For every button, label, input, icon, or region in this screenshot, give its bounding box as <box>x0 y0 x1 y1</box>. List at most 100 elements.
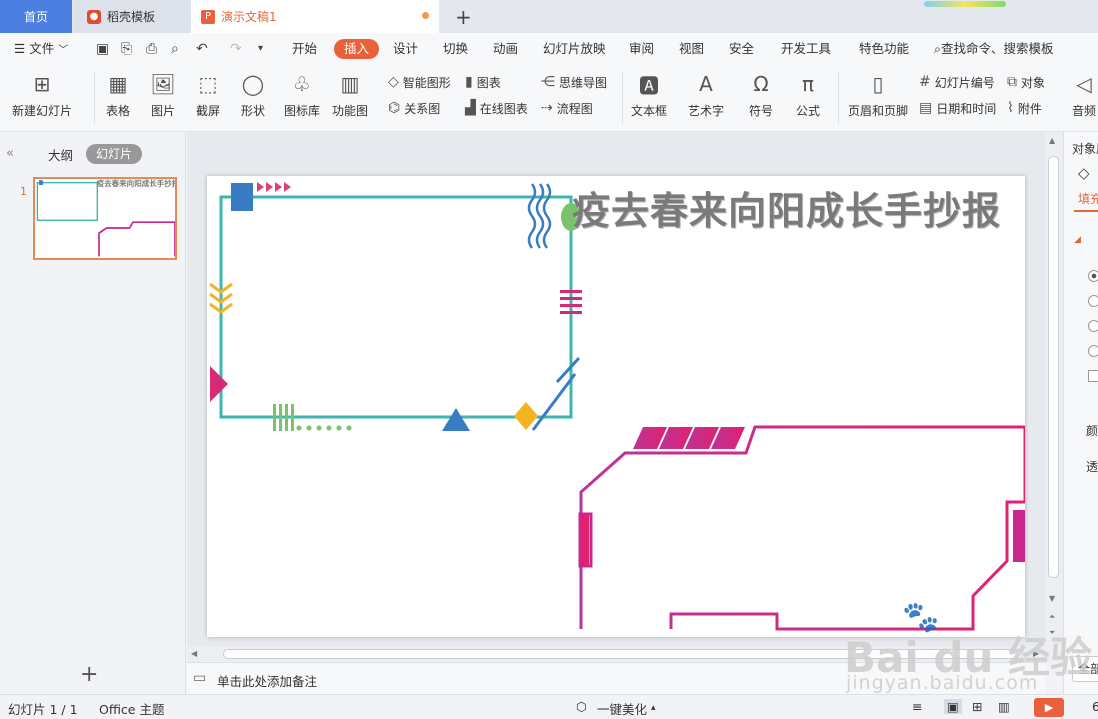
tab-home[interactable]: 首页 <box>0 0 72 33</box>
fill-option-checkbox[interactable] <box>1088 370 1098 382</box>
header-footer-button[interactable]: ▯ 页眉和页脚 <box>848 70 908 119</box>
menu-item-animation[interactable]: 动画 <box>493 33 518 64</box>
menu-item-developer[interactable]: 开发工具 <box>781 33 831 64</box>
menu-item-slideshow[interactable]: 幻灯片放映 <box>543 33 606 64</box>
textbox-button[interactable]: 🅰 文本框 <box>631 70 667 119</box>
notes-toggle-icon[interactable]: ≡ <box>912 699 922 714</box>
tab-template[interactable]: ● 稻壳模板 <box>73 0 191 33</box>
fill-option-radio[interactable] <box>1088 320 1098 332</box>
scroll-up-icon[interactable]: ▲ <box>1049 136 1055 145</box>
attachment-button[interactable]: ⌇ 附件 <box>1007 98 1042 118</box>
menu-item-security[interactable]: 安全 <box>729 33 754 64</box>
outline-view-tab[interactable]: 大纲 <box>48 145 73 164</box>
fill-section-toggle-icon[interactable]: ◢ <box>1074 235 1081 245</box>
screenshot-label: 截屏 <box>195 104 220 118</box>
redo-icon[interactable]: ↷ <box>230 41 242 57</box>
file-menu[interactable]: ☰ 文件 ﹀ <box>14 33 68 64</box>
chart-button[interactable]: ▮ 图表 <box>465 72 501 92</box>
notes-pane[interactable]: ▭ 单击此处添加备注 <box>187 662 1045 694</box>
picture-button[interactable]: 🖼 图片 <box>149 70 177 119</box>
mindmap-button[interactable]: ⋲ 思维导图 <box>541 72 607 92</box>
theme-name[interactable]: Office 主题 <box>99 699 164 718</box>
slide-thumbnail[interactable]: 疫去春来向阳成长手抄报 <box>33 177 177 260</box>
next-slide-icon[interactable]: ⏷ <box>1049 628 1055 638</box>
function-chart-button[interactable]: ▥ 功能图 <box>332 70 368 119</box>
audio-label: 音频 <box>1071 104 1096 118</box>
zoom-level[interactable]: 6 <box>1092 699 1098 714</box>
scroll-right-icon[interactable]: ▶ <box>1033 649 1039 658</box>
properties-title: 对象属性 <box>1072 142 1098 156</box>
menu-item-design[interactable]: 设计 <box>393 33 418 64</box>
menu-item-review[interactable]: 审阅 <box>629 33 654 64</box>
slide-sorter-icon[interactable]: ⊞ <box>972 699 982 714</box>
prev-slide-icon[interactable]: ⏶ <box>1049 612 1055 622</box>
horizontal-scroll-thumb[interactable] <box>223 649 1023 659</box>
undo-icon[interactable]: ↶ <box>196 41 208 57</box>
relation-chart-label: 关系图 <box>404 101 441 116</box>
export-icon[interactable]: ⎘ <box>121 41 132 57</box>
play-icon: ▶ <box>1044 701 1054 714</box>
slide-number-button[interactable]: # 幻灯片编号 <box>919 72 995 92</box>
datetime-button[interactable]: ▤ 日期和时间 <box>919 98 996 118</box>
icon-library-button[interactable]: ♧ 图标库 <box>284 70 320 119</box>
scroll-left-icon[interactable]: ◀ <box>191 649 197 658</box>
quick-access-dropdown-icon[interactable]: ▾ <box>258 43 263 54</box>
docer-logo-icon: ● <box>87 9 101 24</box>
online-chart-button[interactable]: ▟ 在线图表 <box>465 98 528 118</box>
smart-shape-button[interactable]: ◇ 智能图形 <box>388 72 451 92</box>
menu-item-features[interactable]: 特色功能 <box>859 33 909 64</box>
shape-icon: ◯ <box>241 72 265 96</box>
screenshot-button[interactable]: ⬚ 截屏 <box>194 70 222 119</box>
vertical-scroll-thumb[interactable] <box>1048 156 1059 578</box>
save-icon[interactable]: ▣ <box>96 41 109 57</box>
chevron-up-icon[interactable]: ▴ <box>651 703 656 713</box>
attachment-label: 附件 <box>1017 101 1042 116</box>
relation-chart-button[interactable]: ⌬ 关系图 <box>388 98 440 118</box>
notes-placeholder[interactable]: 单击此处添加备注 <box>217 671 317 690</box>
apply-all-button[interactable]: 全部 <box>1072 656 1098 682</box>
mindmap-icon: ⋲ <box>541 74 555 90</box>
flowchart-button[interactable]: ⇢ 流程图 <box>541 98 593 118</box>
slide-title[interactable]: 疫去春来向阳成长手抄报 <box>572 180 1001 235</box>
insert-ribbon: ⊞ 新建幻灯片 ▦ 表格 🖼 图片 ⬚ 截屏 ◯ 形状 ♧ 图标库 ▥ 功能图 ◇ 智能图形 ▮… <box>0 64 1098 132</box>
menu-item-insert[interactable]: 插入 <box>334 39 380 59</box>
menu-item-transition[interactable]: 切换 <box>443 33 468 64</box>
formula-button[interactable]: π 公式 <box>794 70 822 119</box>
fill-option-radio[interactable] <box>1088 295 1098 307</box>
picture-icon: 🖼 <box>150 72 176 96</box>
menu-item-view[interactable]: 视图 <box>679 33 704 64</box>
wordart-button[interactable]: A 艺术字 <box>688 70 724 119</box>
pi-icon: π <box>801 72 815 96</box>
add-slide-button[interactable]: + <box>80 662 98 687</box>
print-icon[interactable]: ⎙ <box>146 41 157 57</box>
print-preview-icon[interactable]: ⌕ <box>171 41 179 57</box>
fill-option-radio[interactable] <box>1088 270 1098 282</box>
menu-item-start[interactable]: 开始 <box>292 33 317 64</box>
slides-view-tab[interactable]: 幻灯片 <box>86 144 143 164</box>
collapse-panel-icon[interactable]: « <box>6 146 14 161</box>
scroll-down-icon[interactable]: ▼ <box>1049 594 1055 603</box>
fill-bucket-icon[interactable]: ◇ <box>1078 164 1090 182</box>
new-slide-button[interactable]: ⊞ 新建幻灯片 <box>12 70 72 119</box>
reading-view-icon[interactable]: ▥ <box>998 699 1010 714</box>
account-bar[interactable] <box>924 1 1006 7</box>
datetime-label: 日期和时间 <box>936 101 997 116</box>
command-search[interactable]: ⌕查找命令、搜索模板 <box>934 33 1054 64</box>
slide-canvas[interactable]: 疫去春来向阳成长手抄报 <box>207 176 1025 637</box>
normal-view-icon[interactable]: ▣ <box>944 699 962 714</box>
horizontal-scrollbar[interactable]: ◀ ▶ <box>187 646 1045 662</box>
table-button[interactable]: ▦ 表格 <box>104 70 132 119</box>
object-button[interactable]: ⧉ 对象 <box>1007 72 1045 92</box>
vertical-scrollbar[interactable]: ▲ ▼ ⏶ ⏷ <box>1045 132 1063 662</box>
audio-button[interactable]: ◁ 音频 <box>1070 70 1098 119</box>
new-tab-button[interactable]: + <box>455 5 472 29</box>
fill-option-radio[interactable] <box>1088 345 1098 357</box>
ribbon-separator <box>94 72 95 124</box>
tab-document[interactable]: P 演示文稿1 <box>191 0 439 33</box>
shape-button[interactable]: ◯ 形状 <box>239 70 267 119</box>
textbox-icon: 🅰 <box>639 73 659 98</box>
beautify-button[interactable]: 一键美化 <box>597 699 647 718</box>
fill-tab[interactable]: 填充 <box>1078 190 1098 207</box>
symbol-button[interactable]: Ω 符号 <box>747 70 775 119</box>
play-slideshow-button[interactable]: ▶ <box>1034 698 1064 717</box>
